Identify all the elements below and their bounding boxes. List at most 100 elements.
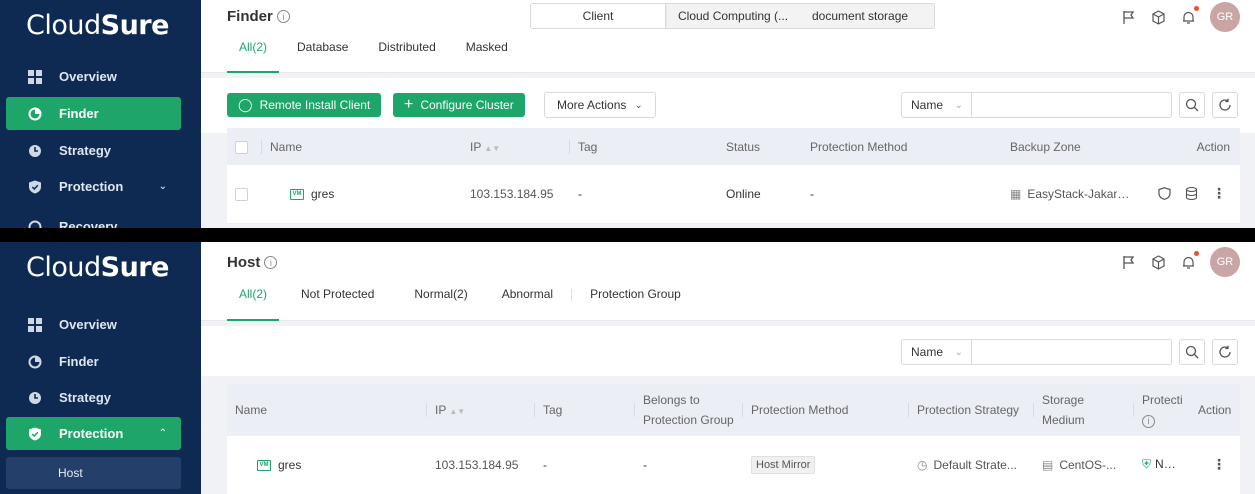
tab-normal[interactable]: Normal(2) [402,287,479,320]
segment-cloud-computing[interactable]: Cloud Computing (... [666,4,800,28]
cube-icon[interactable] [1150,254,1166,270]
search-icon [1185,345,1199,359]
sidebar-subitem-host[interactable]: Host [6,457,181,489]
host-name[interactable]: gres [278,458,301,472]
col-tag[interactable]: Tag [535,384,635,436]
table-row[interactable]: VM gres 103.153.184.95 - Online - ▦ EasySt… [227,165,1240,224]
tab-distributed[interactable]: Distributed [366,40,447,73]
sidebar-item-overview[interactable]: Overview [6,60,181,93]
tab-all[interactable]: All(2) [227,287,280,321]
col-ip-label: IP [435,403,447,417]
sidebar-item-finder[interactable]: Finder [6,97,181,130]
bell-icon[interactable] [1180,251,1199,270]
sidebar-item-label: Recovery [59,219,118,228]
host-table: Name IP ▲▼ Tag Belongs to Protection Grou… [227,384,1240,494]
col-storage-medium[interactable]: Storage Medium [1034,384,1134,436]
tab-abnormal[interactable]: Abnormal [490,287,565,320]
row-actions: ⋮ [1140,165,1240,224]
search-button[interactable] [1179,92,1205,118]
flag-icon[interactable] [1120,254,1136,270]
row-name-cell: VM gres [227,436,427,494]
col-backup-zone[interactable]: Backup Zone [1002,128,1140,165]
tab-protection-group[interactable]: Protection Group [578,287,693,320]
more-vertical-icon[interactable]: ⋮ [1212,185,1226,201]
tab-all[interactable]: All(2) [227,40,280,73]
configure-cluster-button[interactable]: + Configure Cluster [393,93,525,117]
tab-database[interactable]: Database [285,40,360,73]
search-group: Name ⌄ [901,339,1238,365]
col-name[interactable]: Name [262,128,462,165]
sidebar-item-strategy[interactable]: Strategy [6,381,181,414]
col-ip[interactable]: IP ▲▼ [427,384,535,436]
search-input[interactable] [972,339,1172,365]
col-protection-status[interactable]: Protectio... i [1134,384,1190,436]
info-icon[interactable]: i [276,10,290,23]
strategy-text[interactable]: Default Strate... [933,458,1016,472]
col-status[interactable]: Status [718,128,802,165]
search-button[interactable] [1179,339,1205,365]
sidebar-item-finder[interactable]: Finder [6,345,181,378]
logo-text-suffix: Sure [100,252,170,283]
col-tag[interactable]: Tag [570,128,718,165]
tab-not-protected[interactable]: Not Protected [289,287,386,320]
col-protection-method[interactable]: Protection Method [802,128,1002,165]
remote-install-client-button[interactable]: ◯ Remote Install Client [227,93,382,117]
col-protection-method[interactable]: Protection Method [743,384,909,436]
cloudsure-logo[interactable]: CloudSure [26,252,169,283]
sidebar-item-label: Strategy [59,143,112,158]
bell-icon[interactable] [1180,6,1199,25]
host-name[interactable]: gres [311,187,334,201]
logo-text-prefix: Cloud [26,10,101,41]
search-field-select[interactable]: Name ⌄ [901,339,972,365]
table-row[interactable]: VM gres 103.153.184.95 - - Host Mirror ◷ D… [227,436,1240,494]
avatar[interactable]: GR [1210,247,1240,277]
sidebar-item-protection[interactable]: Protection ⌃ [6,417,181,450]
search-field-select[interactable]: Name ⌄ [901,92,972,118]
sidebar-item-recovery[interactable]: Recovery [6,210,181,228]
col-protection-status-label: Protectio... [1142,393,1182,407]
sidebar-item-label: Overview [59,69,117,84]
table-header-row: Name IP ▲▼ Tag Belongs to Protection Grou… [227,384,1240,436]
method-tag: Host Mirror [751,455,816,474]
col-protection-method-label: Protection Method [751,403,849,417]
refresh-icon [1219,98,1231,111]
col-protection-strategy[interactable]: Protection Strategy [909,384,1034,436]
flag-icon[interactable] [1120,9,1136,25]
sidebar-item-strategy[interactable]: Strategy [6,134,181,167]
more-vertical-icon[interactable]: ⋮ [1212,456,1226,472]
sidebar-item-protection[interactable]: Protection ⌄ [6,170,181,203]
sort-icon[interactable]: ▲▼ [484,144,500,153]
row-name-cell: VM gres [262,165,462,224]
tab-bar: All(2) Not Protected Normal(2) Abnormal … [227,287,699,321]
tab-masked[interactable]: Masked [454,40,520,73]
segment-client[interactable]: Client [531,4,666,28]
row-checkbox[interactable] [235,187,248,201]
refresh-icon [28,220,42,228]
grid-icon [28,69,42,84]
sidebar-subitem-label: Host [58,466,83,480]
shield-action-icon[interactable] [1157,187,1171,201]
col-name[interactable]: Name [227,384,427,436]
sidebar-item-label: Protection [59,426,124,441]
avatar[interactable]: GR [1210,2,1240,32]
clock-icon [28,144,42,158]
database-icon[interactable] [1185,187,1199,201]
col-protection-group[interactable]: Belongs to Protection Group [635,384,743,436]
sort-icon[interactable]: ▲▼ [449,407,465,416]
info-icon[interactable]: i [1142,414,1155,428]
refresh-button[interactable] [1212,339,1238,365]
search-input[interactable] [972,92,1172,118]
logo-text-suffix: Sure [100,10,170,41]
select-all-checkbox[interactable] [235,140,248,154]
segment-document-storage[interactable]: document storage [800,4,934,28]
more-actions-dropdown[interactable]: More Actions ⌄ [544,92,656,118]
refresh-button[interactable] [1212,92,1238,118]
cube-icon[interactable] [1150,9,1166,25]
col-ip[interactable]: IP ▲▼ [462,128,570,165]
client-table: Name IP ▲▼ Tag Status Protection Method B… [227,128,1240,224]
sidebar: CloudSure Overview Finder Strategy Prote… [0,0,201,228]
sidebar-item-overview[interactable]: Overview [6,308,181,341]
cloudsure-logo[interactable]: CloudSure [26,10,169,41]
info-icon[interactable]: i [264,256,278,269]
status-text: Norm [1155,457,1185,472]
